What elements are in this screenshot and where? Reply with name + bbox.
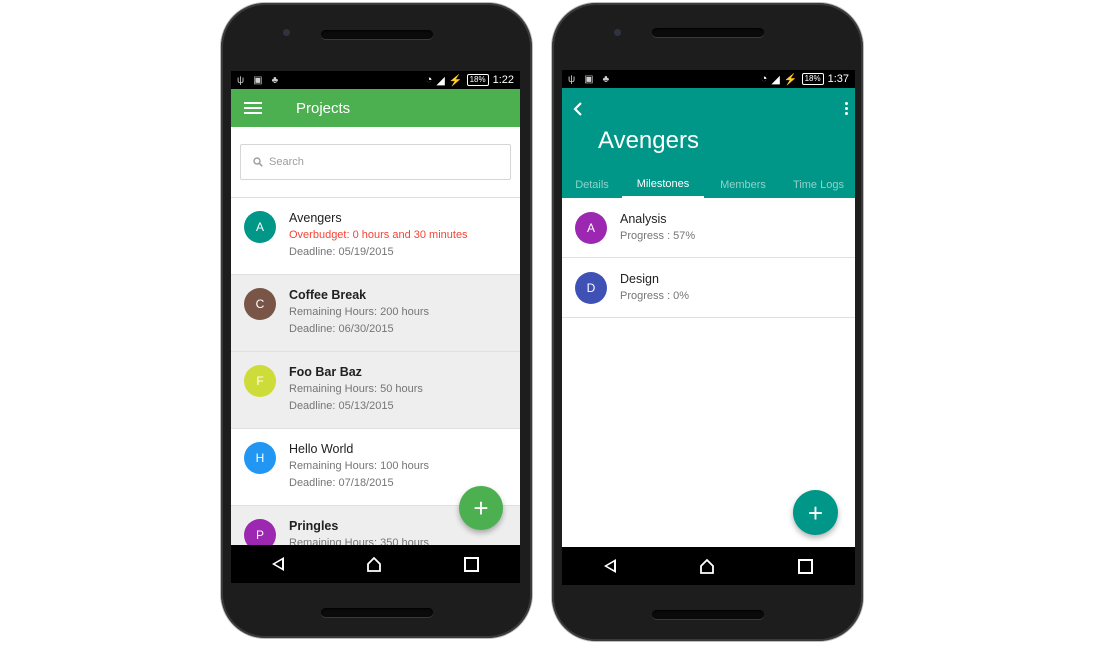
android-icon: ♣ xyxy=(602,73,610,85)
charging-icon: ⚡ xyxy=(448,74,463,87)
nav-home-icon[interactable] xyxy=(366,556,382,572)
search-icon xyxy=(253,157,263,167)
bottom-speaker xyxy=(321,608,433,617)
tab-members[interactable]: Members xyxy=(704,171,782,198)
android-icon: ♣ xyxy=(271,74,279,86)
battery-indicator: 18% xyxy=(801,73,824,85)
tab-details[interactable]: Details xyxy=(562,171,622,198)
notification-icons: ψ ▣ ♣ xyxy=(568,74,609,85)
milestone-name: Design xyxy=(620,272,659,286)
clock: 1:37 xyxy=(827,73,849,85)
signal-icon: ◢ xyxy=(771,73,780,86)
tab-time-logs[interactable]: Time Logs xyxy=(782,171,855,198)
milestone-progress: Progress : 57% xyxy=(620,230,696,242)
project-deadline: Deadline: 07/18/2015 xyxy=(289,477,394,489)
status-bar: ψ ▣ ♣ ◔ ◢ ⚡ 18% 1:37 xyxy=(562,70,855,88)
status-bar: ψ ▣ ♣ ◔ ◢ ⚡ 18% 1:22 xyxy=(231,71,520,89)
image-icon: ▣ xyxy=(584,73,594,85)
milestone-row[interactable]: A Analysis Progress : 57% xyxy=(562,198,855,258)
wifi-icon: ◔ xyxy=(760,73,768,85)
nav-home-icon[interactable] xyxy=(699,558,715,574)
clock: 1:22 xyxy=(492,74,514,86)
milestone-list: A Analysis Progress : 57% D Design Progress :… xyxy=(562,198,855,318)
project-deadline: Deadline: 05/19/2015 xyxy=(289,246,394,258)
more-vert-icon[interactable] xyxy=(845,102,848,115)
nav-back-icon[interactable] xyxy=(603,559,616,573)
tab-milestones[interactable]: Milestones xyxy=(622,171,704,198)
page-title: Avengers xyxy=(598,127,699,154)
project-row[interactable]: F Foo Bar Baz Remaining Hours: 50 hours Dea… xyxy=(231,352,520,429)
nav-recents-icon[interactable] xyxy=(798,558,814,574)
avatar: H xyxy=(244,442,276,474)
phone-left: ψ ▣ ♣ ◔ ◢ ⚡ 18% 1:22 Projects Search A A… xyxy=(221,3,532,638)
search-placeholder: Search xyxy=(269,156,304,168)
project-deadline: Deadline: 06/30/2015 xyxy=(289,323,394,335)
battery-indicator: 18% xyxy=(466,74,489,86)
screen-projects: ψ ▣ ♣ ◔ ◢ ⚡ 18% 1:22 Projects Search A A… xyxy=(231,71,520,583)
page-title: Projects xyxy=(296,99,351,117)
wifi-icon: ◔ xyxy=(425,74,433,86)
add-icon: + xyxy=(807,497,824,528)
usb-icon: ψ xyxy=(568,73,576,85)
nav-recents-icon[interactable] xyxy=(464,556,479,572)
search-container: Search xyxy=(231,127,520,198)
avatar: F xyxy=(244,365,276,397)
project-hours: Remaining Hours: 100 hours xyxy=(289,460,430,472)
project-name: Hello World xyxy=(289,442,354,456)
nav-back-icon[interactable] xyxy=(272,557,284,571)
top-speaker xyxy=(652,28,764,37)
android-nav-bar xyxy=(562,547,855,585)
tab-bar: Details Milestones Members Time Logs xyxy=(562,171,855,198)
add-milestone-button[interactable]: + xyxy=(793,490,838,535)
avatar: A xyxy=(575,212,607,244)
project-name: Coffee Break xyxy=(289,288,367,302)
avatar: C xyxy=(244,288,276,320)
milestone-name: Analysis xyxy=(620,212,667,226)
project-hours: Remaining Hours: 50 hours xyxy=(289,383,423,395)
project-name: Foo Bar Baz xyxy=(289,365,362,379)
image-icon: ▣ xyxy=(253,74,263,86)
milestone-row[interactable]: D Design Progress : 0% xyxy=(562,258,855,318)
signal-icon: ◢ xyxy=(436,74,445,87)
add-icon: + xyxy=(473,493,489,523)
notification-icons: ψ ▣ ♣ xyxy=(237,75,278,86)
project-row[interactable]: C Coffee Break Remaining Hours: 200 hours D… xyxy=(231,275,520,352)
usb-icon: ψ xyxy=(237,74,245,86)
hamburger-icon[interactable] xyxy=(244,102,262,114)
front-camera xyxy=(283,29,290,36)
avatar: A xyxy=(244,211,276,243)
add-project-button[interactable]: + xyxy=(459,486,503,530)
android-nav-bar xyxy=(231,545,520,583)
back-arrow-icon[interactable] xyxy=(572,101,584,117)
project-deadline: Deadline: 05/13/2015 xyxy=(289,400,394,412)
avatar: D xyxy=(575,272,607,304)
phone-right: ψ ▣ ♣ ◔ ◢ ⚡ 18% 1:37 Avengers Details Mil… xyxy=(552,3,863,641)
project-header: Avengers Details Milestones Members Time Lo… xyxy=(562,88,855,198)
top-speaker xyxy=(321,30,433,39)
search-input[interactable]: Search xyxy=(240,144,511,180)
project-name: Avengers xyxy=(289,211,342,225)
project-hours: Overbudget: 0 hours and 30 minutes xyxy=(289,229,468,241)
charging-icon: ⚡ xyxy=(783,73,798,86)
project-name: Pringles xyxy=(289,519,339,533)
app-toolbar: Projects xyxy=(231,89,520,127)
project-hours: Remaining Hours: 200 hours xyxy=(289,306,430,318)
project-row[interactable]: A Avengers Overbudget: 0 hours and 30 minu… xyxy=(231,198,520,275)
bottom-speaker xyxy=(652,610,764,619)
front-camera xyxy=(614,29,621,36)
milestone-progress: Progress : 0% xyxy=(620,290,690,302)
screen-project-detail: ψ ▣ ♣ ◔ ◢ ⚡ 18% 1:37 Avengers Details Mil… xyxy=(562,70,855,585)
